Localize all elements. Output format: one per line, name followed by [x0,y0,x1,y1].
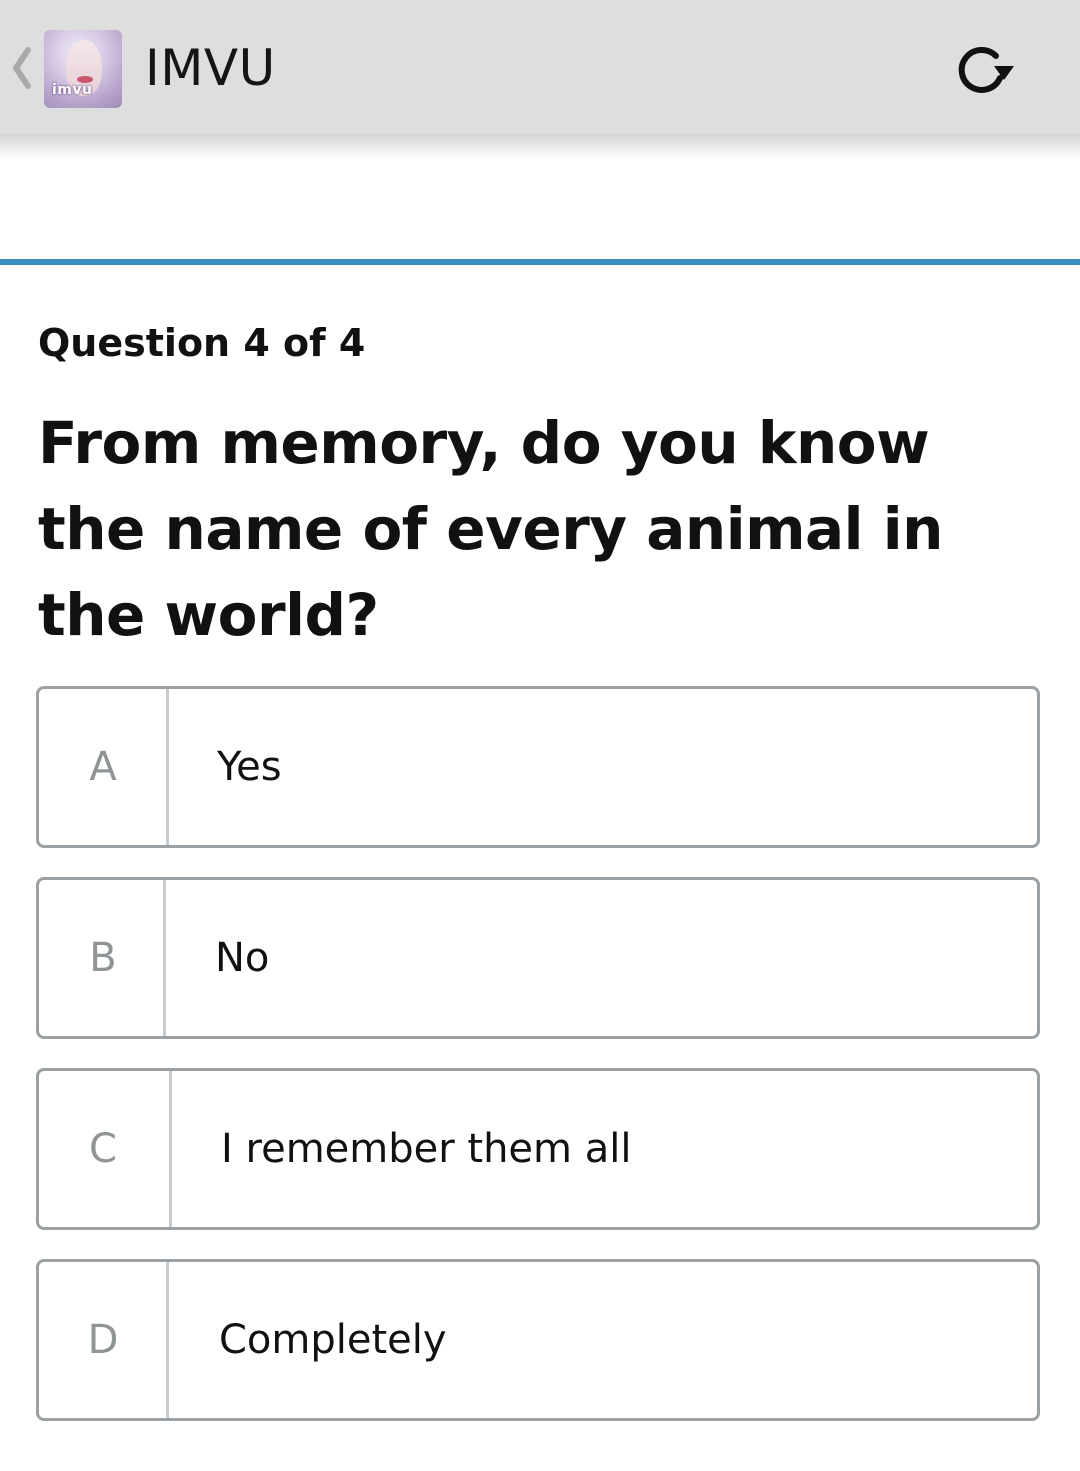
chevron-left-icon[interactable] [6,38,36,98]
app-icon[interactable]: imvu [44,30,122,108]
app-title: IMVU [145,39,276,97]
option-label: Yes [217,744,282,790]
option-divider [166,1262,169,1418]
app-bar: imvu IMVU [0,0,1080,134]
option-d[interactable]: D Completely [36,1259,1040,1421]
question-text: From memory, do you know the name of eve… [38,409,943,649]
option-label: No [215,935,270,981]
option-divider [163,880,166,1036]
option-divider [166,689,169,845]
refresh-icon[interactable] [950,40,1020,100]
progress-fill [0,259,1080,265]
option-c[interactable]: C I remember them all [36,1068,1040,1230]
app-icon-badge: imvu [52,82,93,98]
app-bar-shadow [0,134,1080,160]
question-counter: Question 4 of 4 [38,321,366,365]
option-divider [169,1071,172,1227]
option-letter: A [89,744,117,790]
option-letter: B [89,935,117,981]
option-letter: D [87,1317,119,1363]
option-a[interactable]: A Yes [36,686,1040,848]
option-label: I remember them all [221,1126,632,1172]
option-b[interactable]: B No [36,877,1040,1039]
progress-bar [0,259,1080,265]
option-letter: C [89,1126,117,1172]
option-label: Completely [219,1317,447,1363]
